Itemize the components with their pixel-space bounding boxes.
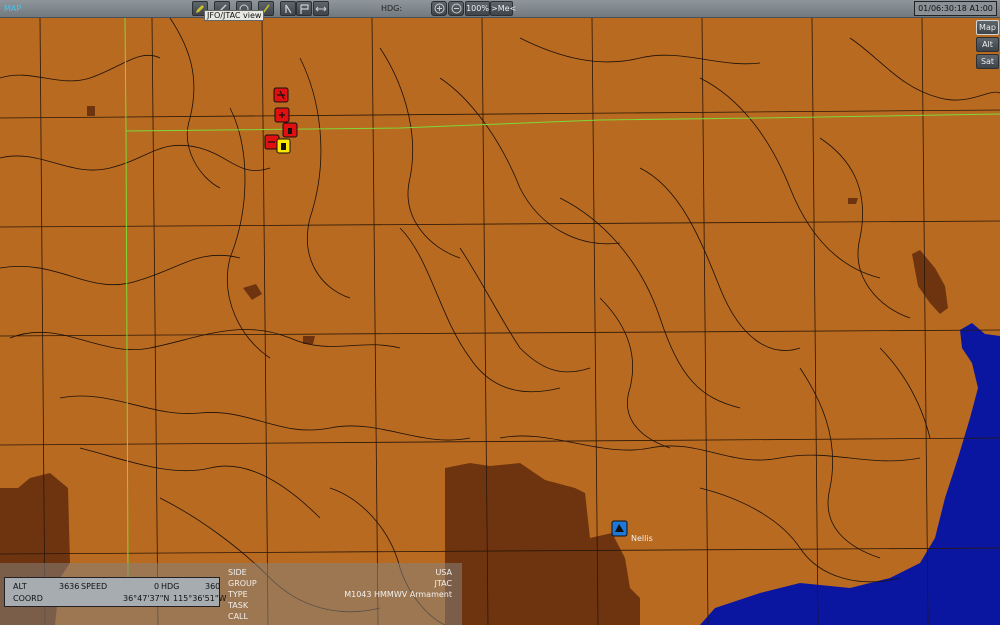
zoom-in-button[interactable] [431,1,447,16]
speed-label: SPEED [81,582,108,591]
lowland-patch-4 [303,336,315,344]
hdg-value: 360 [205,582,221,591]
map-view-button[interactable]: Map [976,20,999,35]
zoom-out-icon [451,3,461,14]
zoom-level-button[interactable]: 100% [465,1,490,16]
flag-icon [300,3,309,14]
lowland-patch-3 [87,106,95,116]
sat-view-button[interactable]: Sat [976,54,999,69]
tool-tooltip: JFO/JTAC view [204,10,265,21]
speed-value: 0 [154,582,160,591]
zoom-out-button[interactable] [448,1,464,16]
flag-tool-button[interactable] [296,1,312,16]
center-on-me-button[interactable]: >Me< [490,1,516,16]
map-title: MAP [4,4,22,13]
task-label: TASK [228,601,249,610]
arrows-tool-button[interactable] [313,1,329,16]
alt-view-button[interactable]: Alt [976,37,999,52]
group-value: JTAC [434,579,452,588]
coord-lon: 115°36'51"W [173,594,227,603]
coord-lat: 36°47'37"N [123,594,170,603]
side-value: USA [435,568,452,577]
top-toolbar: MAP HDG: 100% >Me< 01/06:30:18 A1:00 [0,0,1000,18]
nellis-airfield[interactable] [611,520,628,537]
terrain-map[interactable]: Nellis [0,17,1000,625]
group-label: GROUP [228,579,257,588]
waypoint-tool-button[interactable] [280,1,296,16]
map-canvas[interactable] [0,17,1000,625]
alt-row: ALT 3636 SPEED 0 HDG 360 [9,582,221,593]
hdg-label: HDG: [381,4,403,13]
alt-label: ALT [13,582,27,591]
call-label: CALL [228,612,248,621]
mission-clock: 01/06:30:18 A1:00 [914,1,997,16]
hdg-label-info: HDG [161,582,180,591]
type-value: M1043 HMMWV Armament [344,590,452,599]
type-label: TYPE [228,590,248,599]
arrows-icon [315,6,327,11]
waypoint-icon [285,4,292,13]
coord-row: COORD 36°47'37"N 115°36'51"W [9,594,226,605]
position-info-box: ALT 3636 SPEED 0 HDG 360 COORD 36°47'37"… [4,577,226,607]
coord-label: COORD [13,594,43,603]
side-label: SIDE [228,568,247,577]
zoom-in-icon [434,3,444,14]
alt-value: 3636 [59,582,80,591]
airfield-label: Nellis [631,534,653,543]
